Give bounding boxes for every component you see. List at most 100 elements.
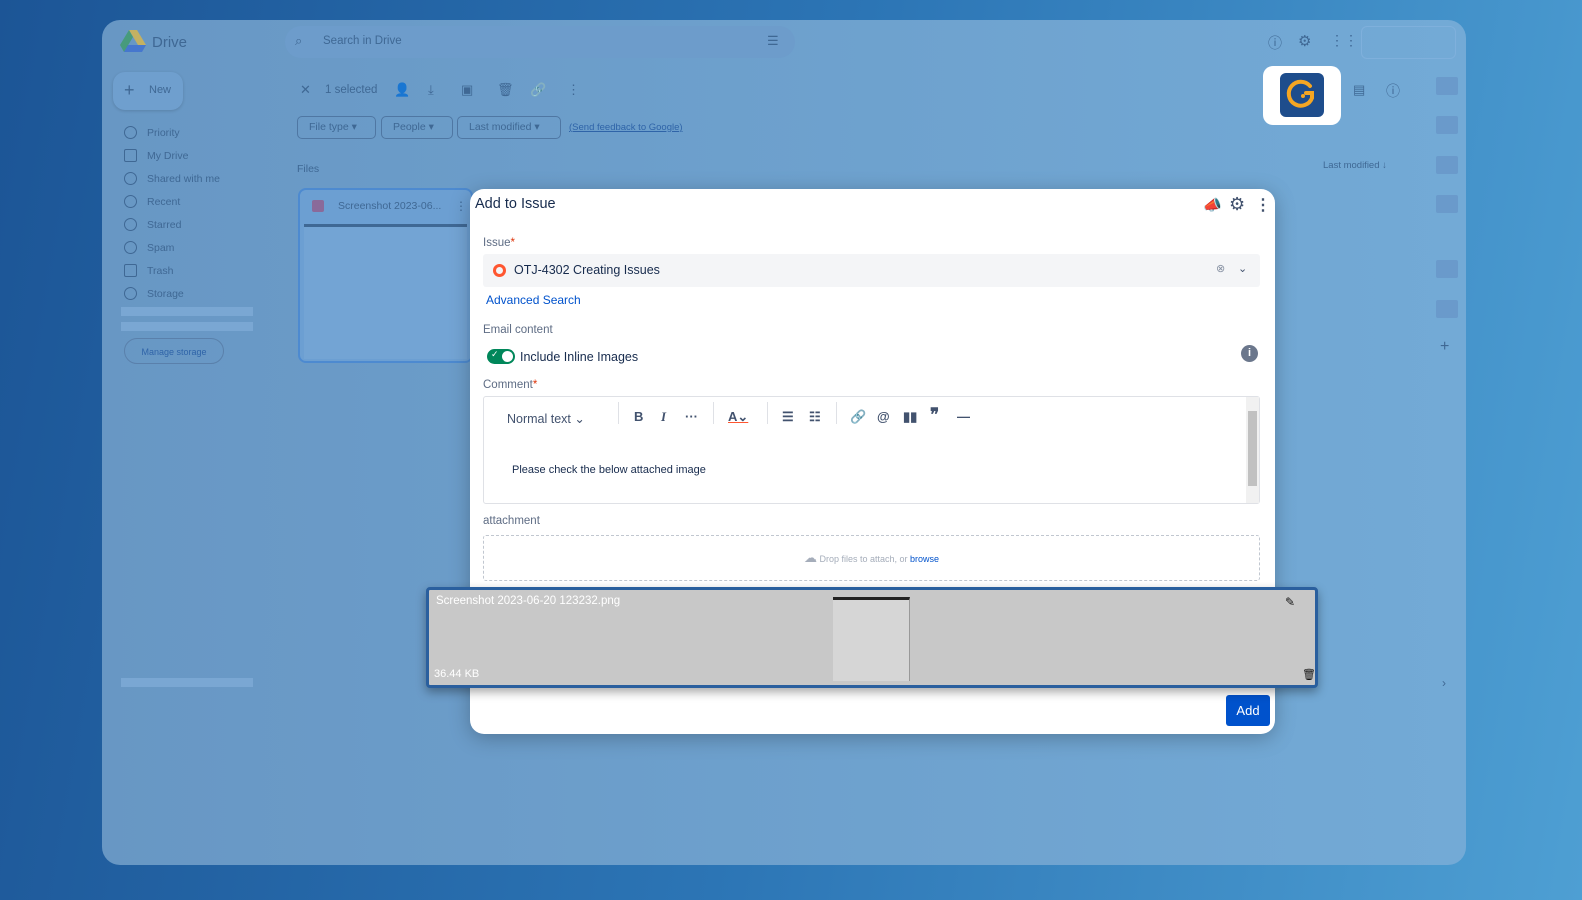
storage-bar [121,307,253,316]
feedback-link[interactable]: (Send feedback to Google) [569,122,683,133]
image-file-icon [312,200,324,212]
more-options-icon[interactable]: ⋮ [1255,195,1271,215]
side-panel-item[interactable] [1436,156,1458,174]
sidebar-item-shared[interactable]: Shared with me [124,172,220,185]
download-icon[interactable]: ⤓ [428,82,434,98]
extension-highlight[interactable] [1263,66,1341,125]
issue-value: OTJ-4302 Creating Issues [514,263,660,277]
filter-last-modified[interactable]: Last modified ▾ [457,116,561,139]
app-name: Drive [152,34,188,51]
issue-type-icon [493,264,506,277]
sidebar-item-starred[interactable]: Starred [124,218,181,231]
browse-link[interactable]: browse [910,554,939,564]
search-input[interactable]: Search in Drive [323,35,402,47]
side-panel-item[interactable] [1436,300,1458,318]
attachment-size: 36.44 KB [434,668,480,680]
star-icon [124,218,137,231]
announcement-icon[interactable]: 📣 [1203,196,1222,214]
details-info-icon[interactable]: ⓘ [1386,81,1400,101]
trash-icon [124,264,137,277]
delete-trash-icon[interactable]: 🗑 [1302,668,1316,681]
text-color-icon[interactable]: A⌄ [728,409,748,425]
priority-icon [124,126,137,139]
filter-options-icon[interactable]: ☰ [767,33,779,49]
sidebar-item-storage[interactable]: Storage [124,287,184,300]
share-icon[interactable]: 👤 [394,82,410,98]
more-icon[interactable]: ⋮ [567,82,580,98]
include-inline-images-toggle[interactable]: ✓ [487,349,515,364]
info-icon[interactable]: i [1241,345,1258,362]
files-heading: Files [297,163,320,175]
delete-icon[interactable]: 🗑 [497,82,514,98]
italic-icon[interactable]: I [661,409,666,425]
attachment-item[interactable]: Screenshot 2023-06-20 123232.png 36.44 K… [426,587,1318,688]
sidebar-item-my-drive[interactable]: My Drive [124,149,188,162]
account-area[interactable] [1361,26,1456,59]
file-card[interactable]: Screenshot 2023-06... ⋮ [298,188,473,363]
edit-pencil-icon[interactable]: ✎ [1285,595,1295,609]
link-icon[interactable]: 🔗 [850,409,866,425]
side-panel-item[interactable] [1436,260,1458,278]
clear-icon[interactable]: ⊗ [1216,262,1225,275]
clear-selection-icon[interactable]: ✕ [300,82,311,98]
quote-icon[interactable]: ❞ [930,405,939,425]
attachment-file-name: Screenshot 2023-06-20 123232.png [436,595,621,607]
settings-icon[interactable]: ⚙ [1229,194,1245,215]
apps-grid-icon[interactable]: ⋮⋮ [1330,32,1358,49]
clock-icon [124,195,137,208]
sort-last-modified[interactable]: Last modified ↓ [1323,160,1387,171]
filter-people[interactable]: People ▾ [381,116,453,139]
list-view-icon[interactable]: ▤ [1353,82,1365,98]
bullet-list-icon[interactable]: ☰ [782,409,794,425]
storage-text-placeholder [121,322,253,331]
sidebar-item-recent[interactable]: Recent [124,195,180,208]
g-extension-logo-icon [1280,73,1324,117]
side-panel-item[interactable] [1436,77,1458,95]
attachment-dropzone[interactable]: ☁ Drop files to attach, or browse [483,535,1260,581]
bold-icon[interactable]: B [634,409,643,424]
search-bar[interactable]: ⌕ Search in Drive ☰ [285,26,795,58]
settings-icon[interactable]: ⚙ [1298,32,1311,50]
email-content-label: Email content [483,324,553,336]
move-icon[interactable]: ▣ [461,82,473,98]
upload-cloud-icon: ☁ [803,550,817,565]
sidebar-placeholder [121,678,253,687]
selection-count: 1 selected [325,84,378,96]
my-drive-icon [124,149,137,162]
help-icon[interactable]: ⓘ [1268,33,1282,53]
sidebar-item-spam[interactable]: Spam [124,241,174,254]
cloud-icon [124,287,137,300]
editor-scrollbar[interactable] [1246,397,1259,503]
filter-file-type[interactable]: File type ▾ [297,116,376,139]
numbered-list-icon[interactable]: ☷ [809,409,821,425]
divider-icon[interactable]: — [957,409,970,424]
search-icon: ⌕ [295,33,303,48]
chevron-down-icon[interactable]: ⌄ [1238,262,1247,275]
comment-editor[interactable] [483,396,1260,504]
manage-storage-button[interactable]: Manage storage [124,338,224,364]
text-style-dropdown[interactable]: Normal text ⌄ [507,411,585,426]
advanced-search-link[interactable]: Advanced Search [486,293,581,307]
people-icon [124,172,137,185]
more-formatting-icon[interactable]: ··· [685,409,698,424]
layout-icon[interactable]: ▮▮ [903,409,917,425]
add-button[interactable]: Add [1226,695,1270,726]
issue-label: Issue* [483,237,515,249]
expand-panel-icon[interactable]: › [1442,676,1446,690]
file-thumbnail [304,224,467,359]
link-icon[interactable]: 🔗 [530,82,546,98]
spam-icon [124,241,137,254]
side-panel-item[interactable] [1436,116,1458,134]
toggle-label: Include Inline Images [520,350,639,364]
sidebar-item-trash[interactable]: Trash [124,264,173,277]
add-addon-icon[interactable]: + [1440,338,1449,356]
new-button[interactable]: + New [113,72,183,110]
drive-logo-icon [120,30,146,52]
dialog-title: Add to Issue [475,196,556,212]
side-panel-item[interactable] [1436,195,1458,213]
sidebar-item-priority[interactable]: Priority [124,126,180,139]
mention-icon[interactable]: @ [877,409,890,424]
comment-text[interactable]: Please check the below attached image [512,464,706,476]
issue-select[interactable]: OTJ-4302 Creating Issues ⊗ ⌄ [483,254,1260,287]
file-more-icon[interactable]: ⋮ [455,199,467,213]
